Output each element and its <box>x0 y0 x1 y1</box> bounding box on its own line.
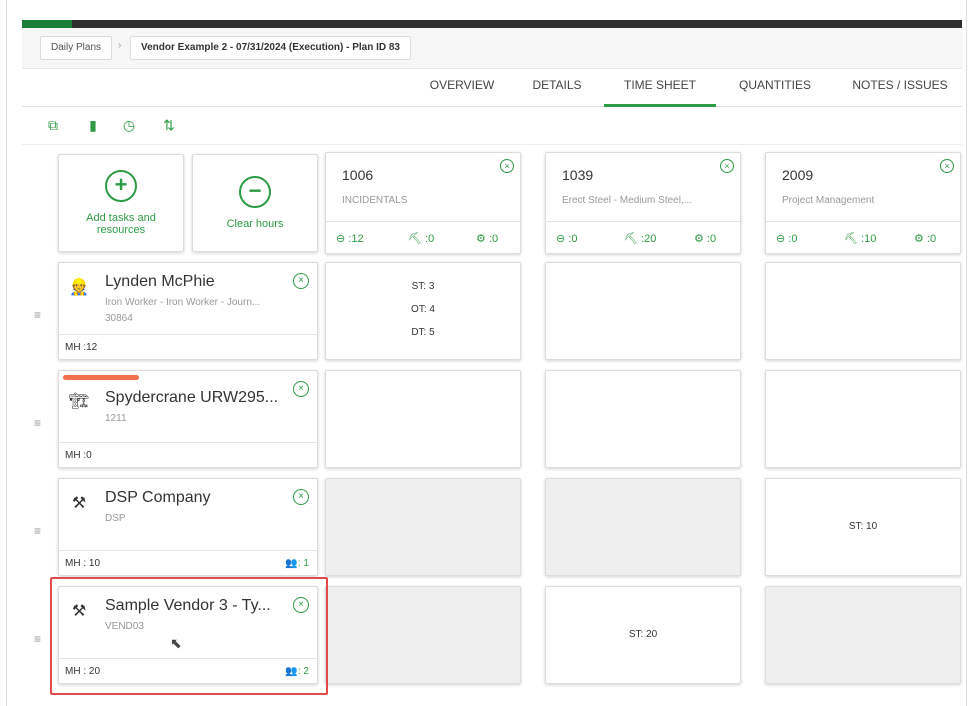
vendor-icon: ⚒ <box>71 495 87 512</box>
time-cell[interactable]: ST: 3 OT: 4 DT: 5 <box>325 262 521 360</box>
worker-hours-stat: ⊖ :0 <box>776 233 798 245</box>
time-entries: ST: 20 <box>546 629 740 652</box>
remove-icon[interactable]: × <box>940 159 954 173</box>
resource-id: DSP <box>105 513 126 524</box>
breadcrumb-separator: › <box>118 40 122 51</box>
time-cell-disabled <box>765 586 961 684</box>
task-description: INCIDENTALS <box>342 195 408 206</box>
worker-icon: 👷 <box>69 279 89 296</box>
task-summary: ⊖ :12 ⛏ :0 ⚙ :0 <box>326 221 520 254</box>
clear-hours-button[interactable]: − Clear hours <box>192 154 318 252</box>
remove-icon[interactable]: × <box>500 159 514 173</box>
resource-card[interactable]: 👷 Lynden McPhie Iron Worker - Iron Worke… <box>58 262 318 360</box>
remove-icon[interactable]: × <box>293 381 309 397</box>
task-code: 2009 <box>782 167 814 183</box>
attachment-icon[interactable]: ▮ <box>84 116 102 134</box>
drag-handle-icon[interactable]: ≡ <box>34 308 41 322</box>
add-tasks-label: Add tasks and resources <box>86 212 156 236</box>
labor-stat: ⛏ :20 <box>624 233 657 245</box>
time-cell-disabled <box>545 478 741 576</box>
resource-footer: MH :12 <box>59 334 317 359</box>
drag-handle-icon[interactable]: ≡ <box>34 524 41 538</box>
clear-hours-label: Clear hours <box>226 218 284 230</box>
drag-handle-icon[interactable]: ≡ <box>34 632 41 646</box>
copy-icon[interactable]: ⧉ <box>44 116 62 134</box>
remove-icon[interactable]: × <box>293 273 309 289</box>
breadcrumb-current-plan[interactable]: Vendor Example 2 - 07/31/2024 (Execution… <box>130 36 411 60</box>
resource-card[interactable]: 🏗 Spydercrane URW295... 1211 × MH :0 <box>58 370 318 468</box>
equipment-stat: ⚙ :0 <box>694 233 717 245</box>
double-time: DT: 5 <box>411 327 435 338</box>
sort-icon[interactable]: ⇅ <box>160 116 178 134</box>
straight-time: ST: 10 <box>848 521 878 532</box>
tab-overview[interactable]: OVERVIEW <box>417 68 507 104</box>
resource-footer: MH :0 <box>59 442 317 467</box>
time-entries: ST: 10 <box>766 521 960 544</box>
man-hours: MH :12 <box>65 342 98 353</box>
worker-hours-stat: ⊖ :0 <box>556 233 578 245</box>
selection-highlight <box>50 577 328 695</box>
task-summary: ⊖ :0 ⛏ :10 ⚙ :0 <box>766 221 960 254</box>
resource-id: 30864 <box>105 313 133 324</box>
resource-name: DSP Company <box>105 489 211 506</box>
minus-circle-icon: − <box>239 176 271 208</box>
resource-id: 1211 <box>105 413 127 424</box>
crew-count: 👥: 1 <box>285 558 309 569</box>
time-cell[interactable]: ST: 20 <box>545 586 741 684</box>
task-summary: ⊖ :0 ⛏ :20 ⚙ :0 <box>546 221 740 254</box>
time-cell[interactable]: ST: 10 <box>765 478 961 576</box>
task-description: Erect Steel - Medium Steel,... <box>562 195 693 206</box>
tab-notes-issues[interactable]: NOTES / ISSUES <box>844 68 956 104</box>
tab-details[interactable]: DETAILS <box>522 68 592 104</box>
equipment-stat: ⚙ :0 <box>476 233 499 245</box>
time-cell[interactable] <box>765 370 961 468</box>
resource-role: Iron Worker - Iron Worker - Journ... <box>105 297 261 308</box>
resource-footer: MH : 10 👥: 1 <box>59 550 317 575</box>
labor-stat: ⛏ :10 <box>844 233 877 245</box>
breadcrumb-daily-plans[interactable]: Daily Plans <box>40 36 113 60</box>
time-cell-disabled <box>325 478 521 576</box>
crane-icon: 🏗 <box>69 393 90 410</box>
task-description: Project Management <box>782 195 875 206</box>
task-card[interactable]: 1006 INCIDENTALS × ⊖ :12 ⛏ :0 ⚙ :0 <box>325 152 521 254</box>
clock-icon[interactable]: ◷ <box>120 116 138 134</box>
man-hours: MH :0 <box>65 450 92 461</box>
task-card[interactable]: 2009 Project Management × ⊖ :0 ⛏ :10 ⚙ :… <box>765 152 961 254</box>
man-hours: MH : 10 <box>65 558 101 569</box>
tab-quantities[interactable]: QUANTITIES <box>728 68 822 104</box>
resource-card[interactable]: ⚒ DSP Company DSP × MH : 10 👥: 1 <box>58 478 318 576</box>
remove-icon[interactable]: × <box>720 159 734 173</box>
time-cell[interactable] <box>545 262 741 360</box>
remove-icon[interactable]: × <box>293 489 309 505</box>
tab-time-sheet[interactable]: TIME SHEET <box>604 68 716 107</box>
straight-time: ST: 20 <box>628 629 658 640</box>
time-cell[interactable] <box>545 370 741 468</box>
resource-name: Spydercrane URW295... <box>105 389 279 406</box>
tab-bar: OVERVIEW DETAILS TIME SHEET QUANTITIES N… <box>22 68 962 107</box>
time-entries: ST: 3 OT: 4 DT: 5 <box>326 281 520 350</box>
equipment-tag <box>63 375 139 380</box>
worker-hours-stat: ⊖ :12 <box>336 233 364 245</box>
straight-time: ST: 3 <box>411 281 435 292</box>
resource-name: Lynden McPhie <box>105 273 215 290</box>
top-bar <box>22 20 962 28</box>
add-tasks-button[interactable]: + Add tasks and resources <box>58 154 184 252</box>
mouse-cursor-icon: ⬉ <box>170 635 182 651</box>
overtime: OT: 4 <box>411 304 435 315</box>
labor-stat: ⛏ :0 <box>408 233 435 245</box>
top-bar-accent <box>22 20 72 28</box>
task-card[interactable]: 1039 Erect Steel - Medium Steel,... × ⊖ … <box>545 152 741 254</box>
task-code: 1006 <box>342 167 374 183</box>
time-cell[interactable] <box>325 370 521 468</box>
drag-handle-icon[interactable]: ≡ <box>34 416 41 430</box>
task-code: 1039 <box>562 167 594 183</box>
breadcrumb: Daily Plans › Vendor Example 2 - 07/31/2… <box>22 28 962 69</box>
plus-circle-icon: + <box>105 170 137 202</box>
toolbar: ⧉ ▮ ◷ ⇅ <box>22 106 962 145</box>
time-cell[interactable] <box>765 262 961 360</box>
time-cell-disabled <box>325 586 521 684</box>
equipment-stat: ⚙ :0 <box>914 233 937 245</box>
